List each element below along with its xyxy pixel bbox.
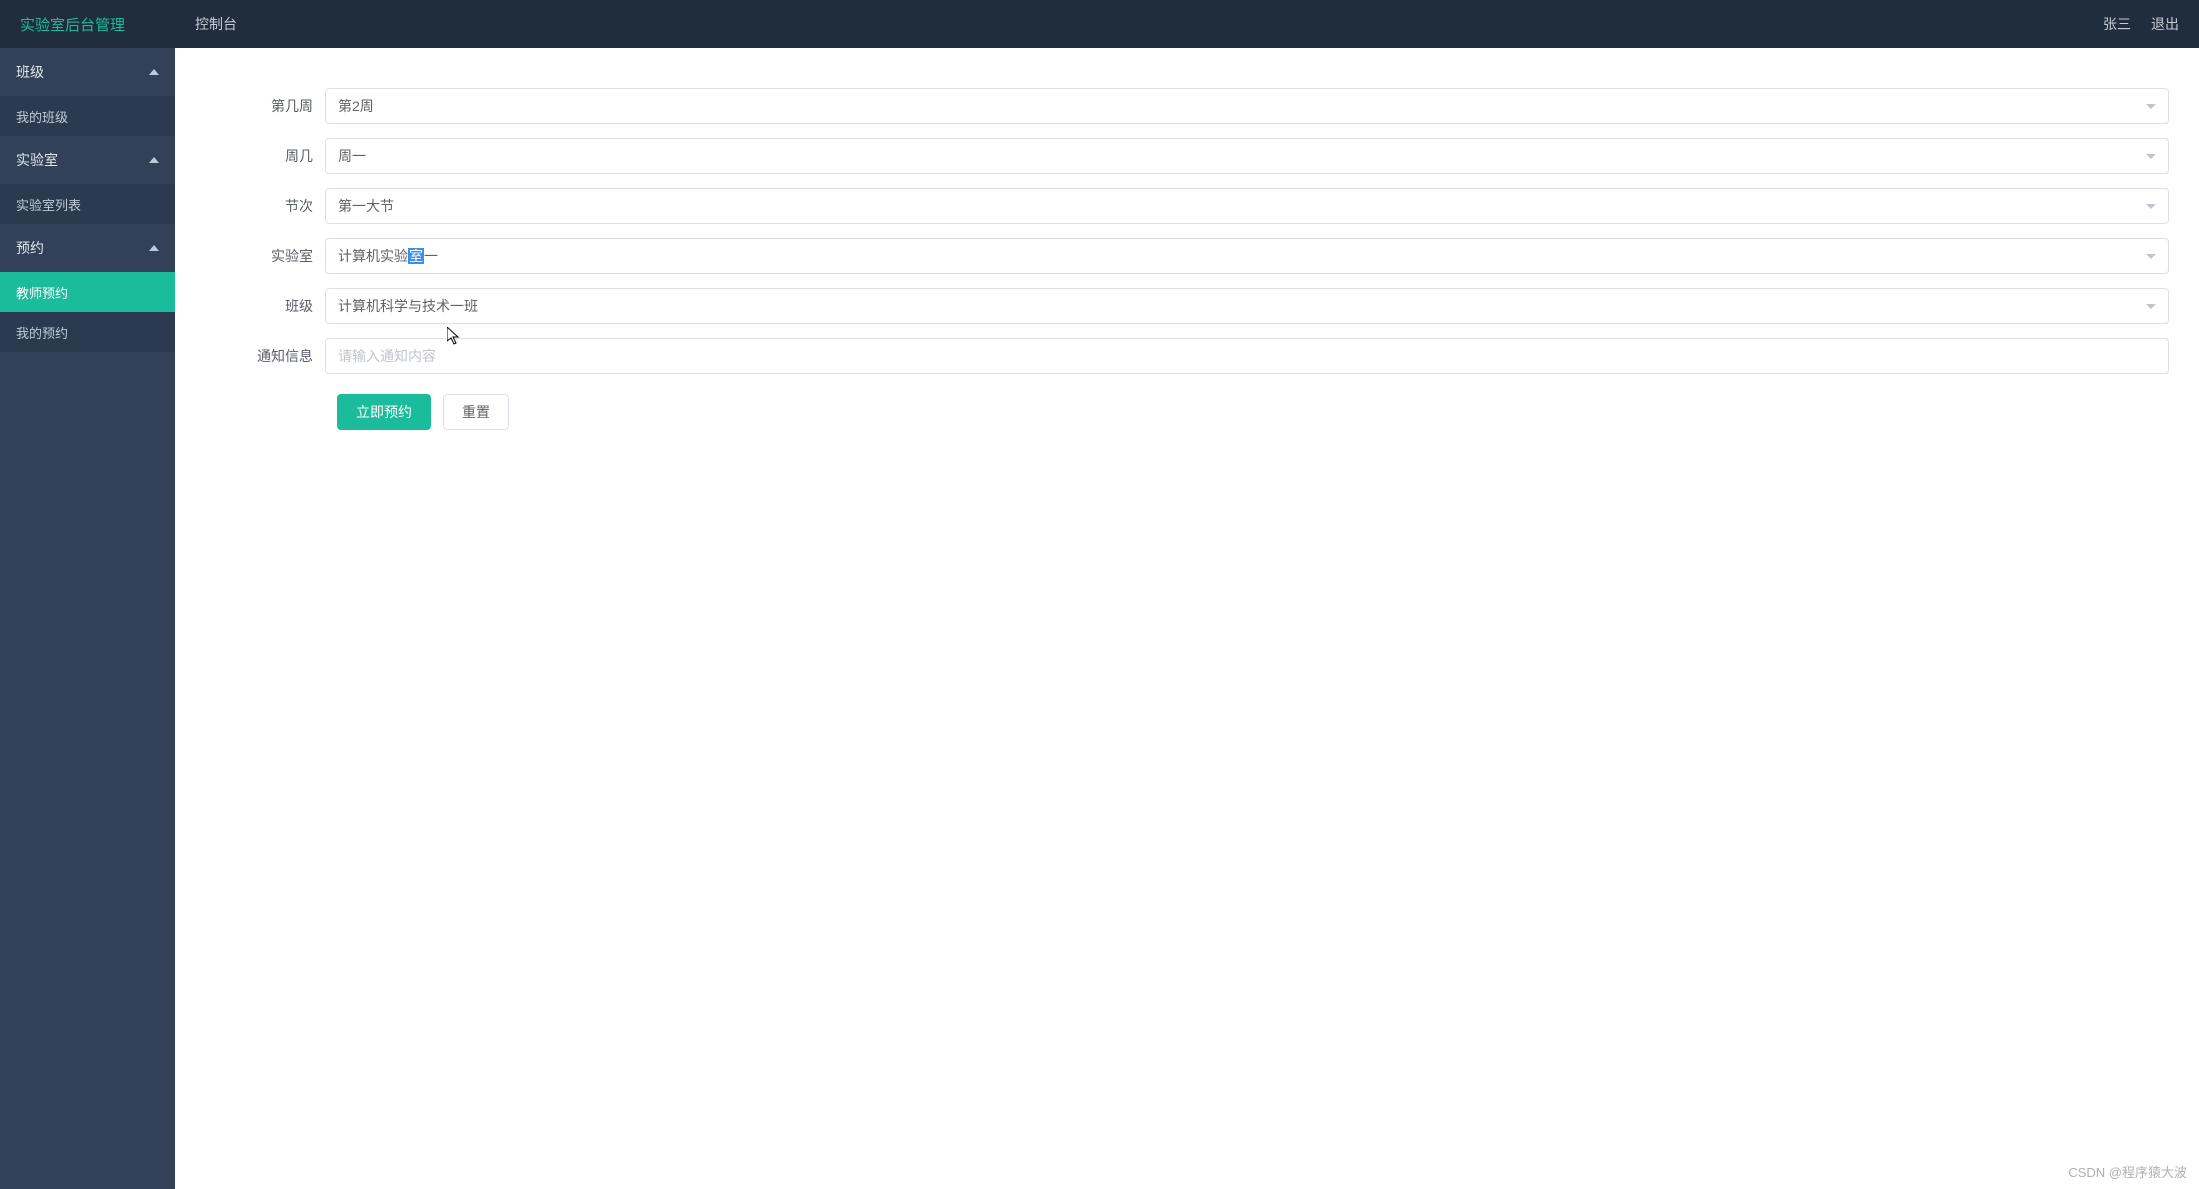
watermark: CSDN @程序猿大波 <box>2068 1162 2187 1181</box>
app-logo: 实验室后台管理 <box>20 14 125 35</box>
class-select-value: 计算机科学与技术一班 <box>338 296 478 316</box>
lab-select-value: 计算机实验室一 <box>338 246 438 266</box>
day-select-value: 周一 <box>338 146 366 166</box>
chevron-down-icon <box>2146 154 2156 159</box>
chevron-down-icon <box>2146 254 2156 259</box>
section-label: 节次 <box>205 196 325 216</box>
lab-select[interactable]: 计算机实验室一 <box>325 238 2169 274</box>
sidebar-group-label: 实验室 <box>16 150 58 170</box>
notice-input[interactable] <box>325 338 2169 374</box>
chevron-up-icon <box>149 69 159 75</box>
sidebar-item-label: 实验室列表 <box>16 195 81 214</box>
chevron-down-icon <box>2146 304 2156 309</box>
class-label: 班级 <box>205 296 325 316</box>
sidebar-item-label: 我的班级 <box>16 107 68 126</box>
main-content: 第几周 第2周 周几 周一 节次 第一大节 实验室 计算机实验室一 <box>175 48 2199 1189</box>
chevron-down-icon <box>2146 104 2156 109</box>
sidebar-item-my-class[interactable]: 我的班级 <box>0 96 175 136</box>
day-select[interactable]: 周一 <box>325 138 2169 174</box>
header-left: 实验室后台管理 控制台 <box>20 14 2103 35</box>
sidebar-group-class[interactable]: 班级 <box>0 48 175 96</box>
chevron-up-icon <box>149 245 159 251</box>
week-select-value: 第2周 <box>338 96 374 116</box>
sidebar-item-my-reserve[interactable]: 我的预约 <box>0 312 175 352</box>
lab-label: 实验室 <box>205 246 325 266</box>
submit-button[interactable]: 立即预约 <box>337 394 431 430</box>
header-right: 张三 退出 <box>2103 14 2179 34</box>
section-select[interactable]: 第一大节 <box>325 188 2169 224</box>
sidebar-group-reserve[interactable]: 预约 <box>0 224 175 272</box>
logout-link[interactable]: 退出 <box>2151 14 2179 34</box>
class-select[interactable]: 计算机科学与技术一班 <box>325 288 2169 324</box>
notice-label: 通知信息 <box>205 346 325 366</box>
section-select-value: 第一大节 <box>338 196 394 216</box>
week-select[interactable]: 第2周 <box>325 88 2169 124</box>
nav-console[interactable]: 控制台 <box>195 14 237 34</box>
week-label: 第几周 <box>205 96 325 116</box>
sidebar-item-lab-list[interactable]: 实验室列表 <box>0 184 175 224</box>
sidebar: 班级 我的班级 实验室 实验室列表 预约 教师预约 我的预约 <box>0 48 175 1189</box>
chevron-down-icon <box>2146 204 2156 209</box>
sidebar-group-label: 班级 <box>16 62 44 82</box>
sidebar-group-lab[interactable]: 实验室 <box>0 136 175 184</box>
sidebar-item-teacher-reserve[interactable]: 教师预约 <box>0 272 175 312</box>
top-header: 实验室后台管理 控制台 张三 退出 <box>0 0 2199 48</box>
reset-button[interactable]: 重置 <box>443 394 509 430</box>
day-label: 周几 <box>205 146 325 166</box>
sidebar-group-label: 预约 <box>16 238 44 258</box>
sidebar-item-label: 我的预约 <box>16 323 68 342</box>
sidebar-item-label: 教师预约 <box>16 283 68 302</box>
user-name[interactable]: 张三 <box>2103 14 2131 34</box>
chevron-up-icon <box>149 157 159 163</box>
